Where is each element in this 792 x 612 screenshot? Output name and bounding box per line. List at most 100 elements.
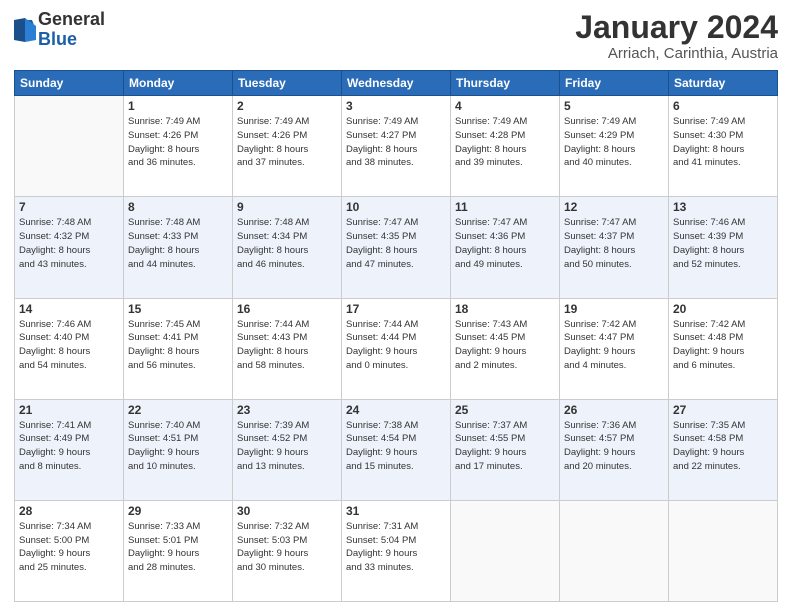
daylight-text: Daylight: 9 hours [237, 548, 308, 559]
table-cell: 11Sunrise: 7:47 AMSunset: 4:36 PMDayligh… [451, 197, 560, 298]
sunset-text: Sunset: 4:57 PM [564, 433, 634, 444]
logo-text: General Blue [38, 10, 105, 50]
sunrise-text: Sunrise: 7:31 AM [346, 521, 418, 532]
day-info: Sunrise: 7:49 AMSunset: 4:26 PMDaylight:… [128, 115, 228, 170]
day-number: 29 [128, 504, 228, 518]
sunrise-text: Sunrise: 7:46 AM [19, 319, 91, 330]
sunrise-text: Sunrise: 7:48 AM [128, 217, 200, 228]
daylight-minutes-text: and 52 minutes. [673, 259, 741, 270]
table-cell: 23Sunrise: 7:39 AMSunset: 4:52 PMDayligh… [233, 399, 342, 500]
day-number: 28 [19, 504, 119, 518]
day-info: Sunrise: 7:47 AMSunset: 4:36 PMDaylight:… [455, 216, 555, 271]
table-cell: 31Sunrise: 7:31 AMSunset: 5:04 PMDayligh… [342, 500, 451, 601]
day-info: Sunrise: 7:44 AMSunset: 4:44 PMDaylight:… [346, 318, 446, 373]
sunset-text: Sunset: 4:40 PM [19, 332, 89, 343]
day-number: 19 [564, 302, 664, 316]
sunrise-text: Sunrise: 7:49 AM [237, 116, 309, 127]
day-info: Sunrise: 7:48 AMSunset: 4:33 PMDaylight:… [128, 216, 228, 271]
calendar-row: 14Sunrise: 7:46 AMSunset: 4:40 PMDayligh… [15, 298, 778, 399]
sunrise-text: Sunrise: 7:44 AM [237, 319, 309, 330]
daylight-minutes-text: and 36 minutes. [128, 157, 196, 168]
daylight-minutes-text: and 33 minutes. [346, 562, 414, 573]
day-info: Sunrise: 7:39 AMSunset: 4:52 PMDaylight:… [237, 419, 337, 474]
sunset-text: Sunset: 4:48 PM [673, 332, 743, 343]
sunrise-text: Sunrise: 7:39 AM [237, 420, 309, 431]
day-info: Sunrise: 7:37 AMSunset: 4:55 PMDaylight:… [455, 419, 555, 474]
daylight-minutes-text: and 41 minutes. [673, 157, 741, 168]
sunset-text: Sunset: 4:54 PM [346, 433, 416, 444]
logo: General Blue [14, 10, 105, 50]
daylight-minutes-text: and 4 minutes. [564, 360, 626, 371]
col-wednesday: Wednesday [342, 71, 451, 96]
table-cell: 8Sunrise: 7:48 AMSunset: 4:33 PMDaylight… [124, 197, 233, 298]
day-info: Sunrise: 7:49 AMSunset: 4:27 PMDaylight:… [346, 115, 446, 170]
day-info: Sunrise: 7:45 AMSunset: 4:41 PMDaylight:… [128, 318, 228, 373]
table-cell: 24Sunrise: 7:38 AMSunset: 4:54 PMDayligh… [342, 399, 451, 500]
table-cell: 16Sunrise: 7:44 AMSunset: 4:43 PMDayligh… [233, 298, 342, 399]
sunrise-text: Sunrise: 7:47 AM [564, 217, 636, 228]
day-number: 20 [673, 302, 773, 316]
sunrise-text: Sunrise: 7:49 AM [128, 116, 200, 127]
sunrise-text: Sunrise: 7:44 AM [346, 319, 418, 330]
table-cell: 5Sunrise: 7:49 AMSunset: 4:29 PMDaylight… [560, 96, 669, 197]
sunset-text: Sunset: 4:55 PM [455, 433, 525, 444]
daylight-minutes-text: and 30 minutes. [237, 562, 305, 573]
daylight-text: Daylight: 9 hours [346, 447, 417, 458]
day-number: 24 [346, 403, 446, 417]
sunset-text: Sunset: 4:34 PM [237, 231, 307, 242]
daylight-text: Daylight: 9 hours [346, 346, 417, 357]
page-subtitle: Arriach, Carinthia, Austria [575, 45, 778, 62]
daylight-text: Daylight: 9 hours [564, 346, 635, 357]
daylight-minutes-text: and 22 minutes. [673, 461, 741, 472]
daylight-text: Daylight: 8 hours [673, 144, 744, 155]
col-saturday: Saturday [669, 71, 778, 96]
sunset-text: Sunset: 5:04 PM [346, 535, 416, 546]
day-info: Sunrise: 7:36 AMSunset: 4:57 PMDaylight:… [564, 419, 664, 474]
day-number: 22 [128, 403, 228, 417]
daylight-text: Daylight: 8 hours [237, 144, 308, 155]
daylight-minutes-text: and 37 minutes. [237, 157, 305, 168]
calendar-row: 28Sunrise: 7:34 AMSunset: 5:00 PMDayligh… [15, 500, 778, 601]
daylight-minutes-text: and 40 minutes. [564, 157, 632, 168]
table-cell: 10Sunrise: 7:47 AMSunset: 4:35 PMDayligh… [342, 197, 451, 298]
day-info: Sunrise: 7:49 AMSunset: 4:28 PMDaylight:… [455, 115, 555, 170]
sunrise-text: Sunrise: 7:48 AM [19, 217, 91, 228]
logo-icon [14, 16, 36, 44]
table-cell: 13Sunrise: 7:46 AMSunset: 4:39 PMDayligh… [669, 197, 778, 298]
daylight-minutes-text: and 13 minutes. [237, 461, 305, 472]
daylight-minutes-text: and 58 minutes. [237, 360, 305, 371]
sunrise-text: Sunrise: 7:34 AM [19, 521, 91, 532]
day-info: Sunrise: 7:48 AMSunset: 4:34 PMDaylight:… [237, 216, 337, 271]
page: General Blue January 2024 Arriach, Carin… [0, 0, 792, 612]
daylight-text: Daylight: 8 hours [346, 144, 417, 155]
table-cell: 29Sunrise: 7:33 AMSunset: 5:01 PMDayligh… [124, 500, 233, 601]
header: General Blue January 2024 Arriach, Carin… [14, 10, 778, 62]
sunset-text: Sunset: 4:43 PM [237, 332, 307, 343]
col-tuesday: Tuesday [233, 71, 342, 96]
daylight-minutes-text: and 8 minutes. [19, 461, 81, 472]
day-number: 15 [128, 302, 228, 316]
sunset-text: Sunset: 4:39 PM [673, 231, 743, 242]
day-info: Sunrise: 7:46 AMSunset: 4:39 PMDaylight:… [673, 216, 773, 271]
sunrise-text: Sunrise: 7:43 AM [455, 319, 527, 330]
sunrise-text: Sunrise: 7:49 AM [346, 116, 418, 127]
day-info: Sunrise: 7:49 AMSunset: 4:29 PMDaylight:… [564, 115, 664, 170]
day-info: Sunrise: 7:42 AMSunset: 4:48 PMDaylight:… [673, 318, 773, 373]
table-cell: 27Sunrise: 7:35 AMSunset: 4:58 PMDayligh… [669, 399, 778, 500]
daylight-text: Daylight: 9 hours [19, 548, 90, 559]
daylight-minutes-text: and 46 minutes. [237, 259, 305, 270]
sunset-text: Sunset: 4:51 PM [128, 433, 198, 444]
day-number: 7 [19, 200, 119, 214]
day-number: 9 [237, 200, 337, 214]
sunrise-text: Sunrise: 7:36 AM [564, 420, 636, 431]
sunset-text: Sunset: 5:01 PM [128, 535, 198, 546]
sunset-text: Sunset: 4:28 PM [455, 130, 525, 141]
daylight-text: Daylight: 8 hours [564, 245, 635, 256]
table-cell: 20 Sunrise: 7:42 AMSunset: 4:48 PMDayligh… [669, 298, 778, 399]
table-cell: 21Sunrise: 7:41 AMSunset: 4:49 PMDayligh… [15, 399, 124, 500]
sunset-text: Sunset: 4:36 PM [455, 231, 525, 242]
daylight-text: Daylight: 8 hours [455, 245, 526, 256]
daylight-minutes-text: and 39 minutes. [455, 157, 523, 168]
daylight-text: Daylight: 9 hours [128, 447, 199, 458]
day-info: Sunrise: 7:49 AMSunset: 4:26 PMDaylight:… [237, 115, 337, 170]
